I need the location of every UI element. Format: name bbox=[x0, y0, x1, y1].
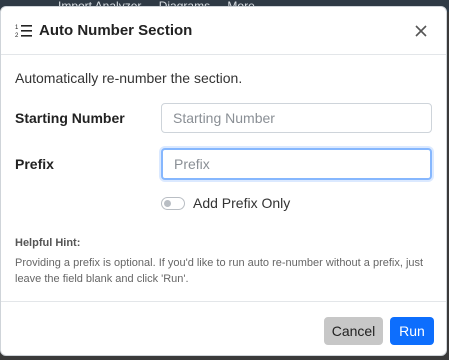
dialog-header: 1 2 Auto Number Section bbox=[1, 7, 446, 55]
svg-text:1: 1 bbox=[15, 25, 19, 31]
numbered-list-icon: 1 2 bbox=[15, 22, 33, 40]
dialog-title: Auto Number Section bbox=[39, 22, 193, 39]
hint-title: Helpful Hint: bbox=[15, 237, 81, 249]
prefix-row: Prefix bbox=[15, 148, 432, 180]
add-prefix-only-label: Add Prefix Only bbox=[193, 195, 291, 211]
starting-number-input[interactable] bbox=[161, 103, 432, 133]
close-icon bbox=[415, 24, 427, 37]
dialog-description: Automatically re-number the section. bbox=[15, 70, 243, 86]
starting-number-row: Starting Number bbox=[15, 103, 432, 133]
svg-text:2: 2 bbox=[15, 33, 19, 39]
run-button[interactable]: Run bbox=[390, 317, 434, 345]
prefix-input[interactable] bbox=[161, 148, 432, 180]
auto-number-dialog: 1 2 Auto Number Section Automatically re… bbox=[0, 6, 447, 356]
cancel-button[interactable]: Cancel bbox=[324, 317, 383, 345]
dialog-footer: Cancel Run bbox=[1, 301, 446, 355]
prefix-label: Prefix bbox=[15, 156, 54, 172]
starting-number-label: Starting Number bbox=[15, 110, 125, 126]
add-prefix-only-toggle[interactable] bbox=[161, 196, 185, 210]
hint-text: Providing a prefix is optional. If you'd… bbox=[15, 257, 424, 285]
add-prefix-only-row: Add Prefix Only bbox=[161, 195, 290, 211]
close-button[interactable] bbox=[410, 20, 432, 42]
